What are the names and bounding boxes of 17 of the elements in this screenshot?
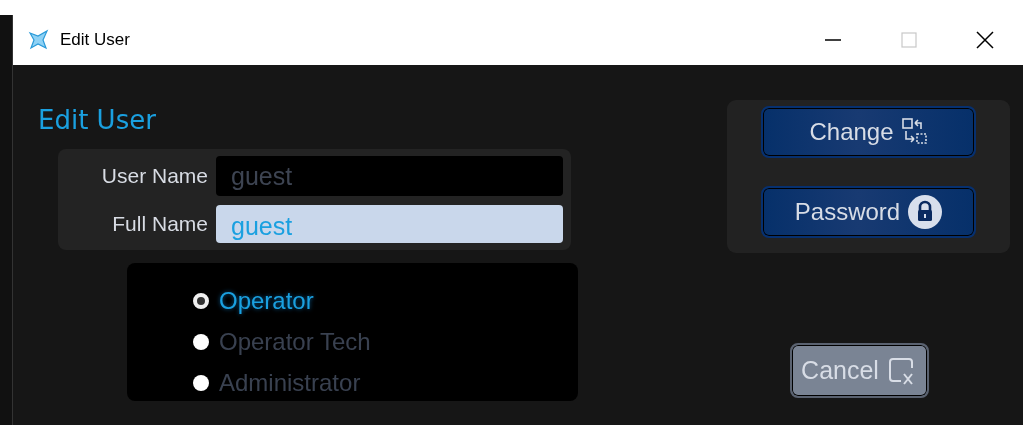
- radio-label[interactable]: Operator: [219, 287, 314, 315]
- password-button[interactable]: Password: [761, 186, 976, 238]
- radio-label[interactable]: Operator Tech: [219, 328, 371, 356]
- change-button[interactable]: Change: [761, 106, 976, 158]
- dialog-heading: Edit User: [38, 104, 157, 137]
- field-label: Full Name: [111, 212, 208, 236]
- radio-label[interactable]: Administrator: [219, 369, 361, 397]
- app-logo-icon: [28, 29, 50, 51]
- radio-button[interactable]: [193, 375, 209, 391]
- radio-button[interactable]: [193, 334, 209, 350]
- lock-icon: [908, 195, 943, 229]
- window-title: Edit User: [60, 30, 130, 50]
- swap-icon: [901, 118, 928, 146]
- close-icon[interactable]: [976, 31, 994, 49]
- radio-button[interactable]: [193, 293, 209, 309]
- field-label: User Name: [100, 164, 208, 188]
- text-field[interactable]: guest: [216, 205, 563, 243]
